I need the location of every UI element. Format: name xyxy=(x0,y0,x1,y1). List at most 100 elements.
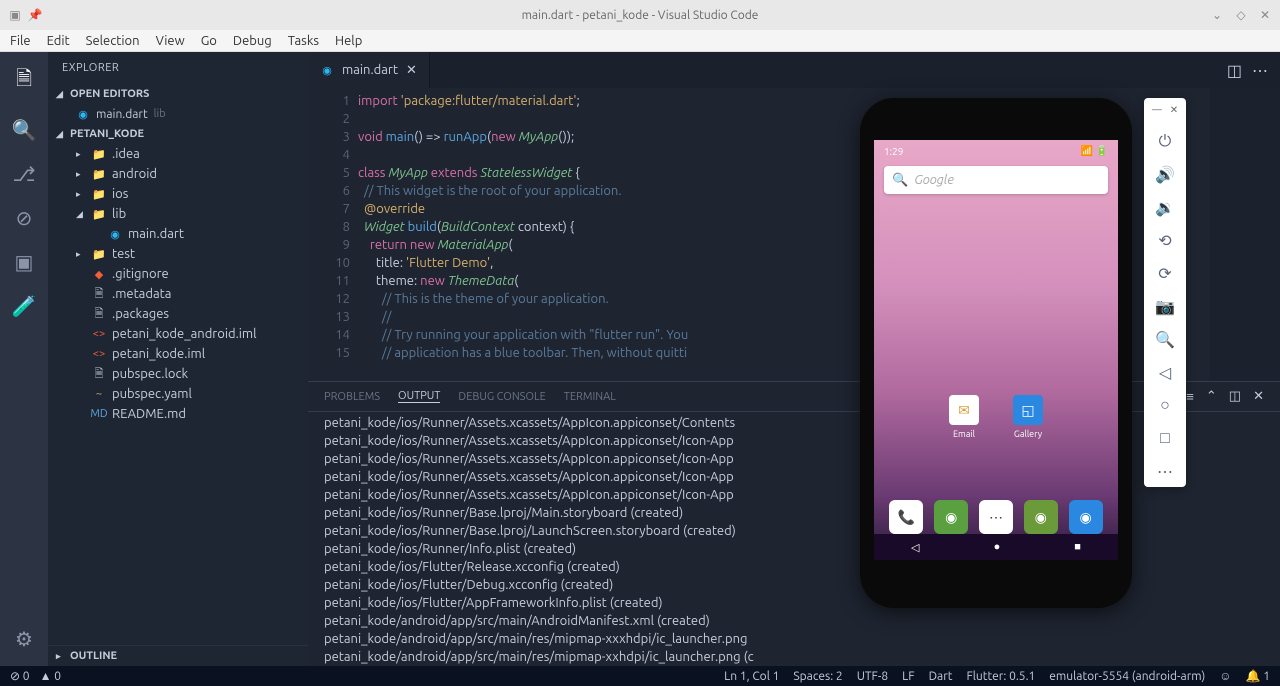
status-item[interactable]: ▲ 0 xyxy=(40,669,61,683)
status-item[interactable]: ☺ xyxy=(1219,669,1231,683)
phone-frame: 1:29 📶 🔋 🔍 Google ✉Email◱Gallery 📞◉⋯◉◉ ◁… xyxy=(860,98,1132,608)
tree-item-README-md[interactable]: MDREADME.md xyxy=(48,404,308,424)
more-icon[interactable]: ⋯ xyxy=(1157,462,1173,481)
rotate-left-icon[interactable]: ⟲ xyxy=(1158,231,1171,250)
status-item[interactable]: 🔔 1 xyxy=(1246,669,1270,683)
status-item[interactable]: Flutter: 0.5.1 xyxy=(966,670,1035,683)
menu-debug[interactable]: Debug xyxy=(233,34,272,48)
volume-down-icon[interactable]: 🔉 xyxy=(1155,198,1175,217)
app-icon: ▣ xyxy=(8,8,22,22)
explorer-icon[interactable]: 🗎 xyxy=(16,64,32,98)
tree-item-pubspec-yaml[interactable]: ~pubspec.yaml xyxy=(48,384,308,404)
outline-section[interactable]: ▸OUTLINE xyxy=(48,645,308,666)
status-item[interactable]: Dart xyxy=(929,670,953,683)
tree-item-test[interactable]: ▸📁test xyxy=(48,244,308,264)
status-item[interactable]: ⊘ 0 xyxy=(10,669,30,683)
close-tab-icon[interactable]: ✕ xyxy=(406,63,417,78)
explorer-sidebar: EXPLORER ◢OPEN EDITORS ◉ main.dart lib ◢… xyxy=(48,52,308,666)
test-icon[interactable]: 🧪 xyxy=(12,294,37,318)
overview-icon[interactable]: □ xyxy=(1160,429,1170,448)
panel-layout-icon[interactable]: ◫ xyxy=(1229,389,1241,404)
window-minimize-icon[interactable]: ⌄ xyxy=(1210,8,1224,22)
nav-back[interactable]: ◁ xyxy=(911,541,919,554)
panel-maximize-icon[interactable]: ⌃ xyxy=(1206,389,1217,404)
menu-edit[interactable]: Edit xyxy=(47,34,70,48)
panel-close-icon[interactable]: ✕ xyxy=(1253,389,1264,404)
split-editor-icon[interactable]: ◫ xyxy=(1227,61,1242,80)
panel-toggle-icon[interactable]: ≡ xyxy=(1186,389,1194,404)
rotate-right-icon[interactable]: ⟳ xyxy=(1158,264,1171,283)
search-icon[interactable]: 🔍 xyxy=(12,118,37,142)
panel-tab-terminal[interactable]: TERMINAL xyxy=(564,391,616,403)
file-icon: 🗎 xyxy=(92,307,106,321)
emu-minimize-icon[interactable]: — xyxy=(1152,104,1162,116)
tree-item-ios[interactable]: ▸📁ios xyxy=(48,184,308,204)
open-editors-section[interactable]: ◢OPEN EDITORS xyxy=(48,84,308,104)
app-gallery[interactable]: ◱Gallery xyxy=(1008,395,1048,439)
phone-screen[interactable]: 1:29 📶 🔋 🔍 Google ✉Email◱Gallery 📞◉⋯◉◉ ◁… xyxy=(874,140,1118,560)
project-section[interactable]: ◢PETANI_KODE xyxy=(48,124,308,144)
menu-file[interactable]: File xyxy=(10,34,31,48)
power-icon[interactable]: ⏻ xyxy=(1159,132,1172,151)
status-item[interactable]: Ln 1, Col 1 xyxy=(724,670,779,683)
tree-item--packages[interactable]: 🗎.packages xyxy=(48,304,308,324)
extensions-icon[interactable]: ▣ xyxy=(15,250,34,274)
nav-recents[interactable]: ■ xyxy=(1074,541,1081,553)
status-item[interactable]: emulator-5554 (android-arm) xyxy=(1049,670,1205,683)
menu-help[interactable]: Help xyxy=(335,34,362,48)
folder-icon: 📁 xyxy=(92,147,106,161)
panel-tab-problems[interactable]: PROBLEMS xyxy=(324,391,380,403)
menu-selection[interactable]: Selection xyxy=(86,34,140,48)
more-actions-icon[interactable]: ⋯ xyxy=(1252,61,1268,80)
menu-view[interactable]: View xyxy=(156,34,185,48)
window-close-icon[interactable]: ✕ xyxy=(1258,8,1272,22)
google-search-box[interactable]: 🔍 Google xyxy=(884,166,1108,194)
open-editor-item[interactable]: ◉ main.dart lib xyxy=(48,104,308,124)
menu-go[interactable]: Go xyxy=(201,34,217,48)
tree-item-petani_kode_android-iml[interactable]: <>petani_kode_android.iml xyxy=(48,324,308,344)
camera-icon[interactable]: 📷 xyxy=(1155,297,1175,316)
status-item[interactable]: LF xyxy=(902,670,914,683)
tree-item--gitignore[interactable]: ◆.gitignore xyxy=(48,264,308,284)
source-control-icon[interactable]: ⎇ xyxy=(12,162,35,186)
home-icon[interactable]: ○ xyxy=(1160,396,1170,415)
tree-item--idea[interactable]: ▸📁.idea xyxy=(48,144,308,164)
status-item[interactable]: UTF-8 xyxy=(857,670,888,683)
dock-app-4[interactable]: ◉ xyxy=(1069,500,1103,534)
emu-close-icon[interactable]: ✕ xyxy=(1170,104,1178,116)
panel-tab-output[interactable]: OUTPUT xyxy=(398,390,440,403)
app-email[interactable]: ✉Email xyxy=(944,395,984,439)
window-title: main.dart - petani_kode - Visual Studio … xyxy=(522,9,759,22)
iml-icon: <> xyxy=(92,347,106,361)
nav-home[interactable]: ● xyxy=(994,541,1001,553)
pin-icon[interactable]: 📌 xyxy=(28,8,42,22)
dock-app-0[interactable]: 📞 xyxy=(889,500,923,534)
folder-icon: 📁 xyxy=(92,207,106,221)
volume-up-icon[interactable]: 🔊 xyxy=(1155,165,1175,184)
minimap[interactable] xyxy=(1210,88,1280,381)
settings-gear-icon[interactable]: ⚙ xyxy=(15,627,33,651)
tree-item-main-dart[interactable]: ◉main.dart xyxy=(48,224,308,244)
back-icon[interactable]: ◁ xyxy=(1159,363,1171,382)
tree-item--metadata[interactable]: 🗎.metadata xyxy=(48,284,308,304)
menu-tasks[interactable]: Tasks xyxy=(288,34,319,48)
tab-main-dart[interactable]: ◉ main.dart ✕ xyxy=(308,52,430,88)
tree-item-lib[interactable]: ◢📁lib xyxy=(48,204,308,224)
search-icon: 🔍 xyxy=(892,173,908,188)
dock-app-2[interactable]: ⋯ xyxy=(979,500,1013,534)
debug-icon[interactable]: ⊘ xyxy=(16,206,33,230)
git-icon: ◆ xyxy=(92,267,106,281)
tree-item-android[interactable]: ▸📁android xyxy=(48,164,308,184)
dock-app-3[interactable]: ◉ xyxy=(1024,500,1058,534)
dock-app-1[interactable]: ◉ xyxy=(934,500,968,534)
zoom-icon[interactable]: 🔍 xyxy=(1155,330,1175,349)
window-maximize-icon[interactable]: ◇ xyxy=(1234,8,1248,22)
android-emulator: 1:29 📶 🔋 🔍 Google ✉Email◱Gallery 📞◉⋯◉◉ ◁… xyxy=(860,98,1186,608)
window-titlebar: ▣ 📌 main.dart - petani_kode - Visual Stu… xyxy=(0,0,1280,30)
file-icon: 🗎 xyxy=(92,367,106,381)
status-item[interactable]: Spaces: 2 xyxy=(793,670,842,683)
file-tree: ▸📁.idea▸📁android▸📁ios◢📁lib◉main.dart▸📁te… xyxy=(48,144,308,424)
panel-tab-debug-console[interactable]: DEBUG CONSOLE xyxy=(458,391,545,403)
tree-item-pubspec-lock[interactable]: 🗎pubspec.lock xyxy=(48,364,308,384)
tree-item-petani_kode-iml[interactable]: <>petani_kode.iml xyxy=(48,344,308,364)
